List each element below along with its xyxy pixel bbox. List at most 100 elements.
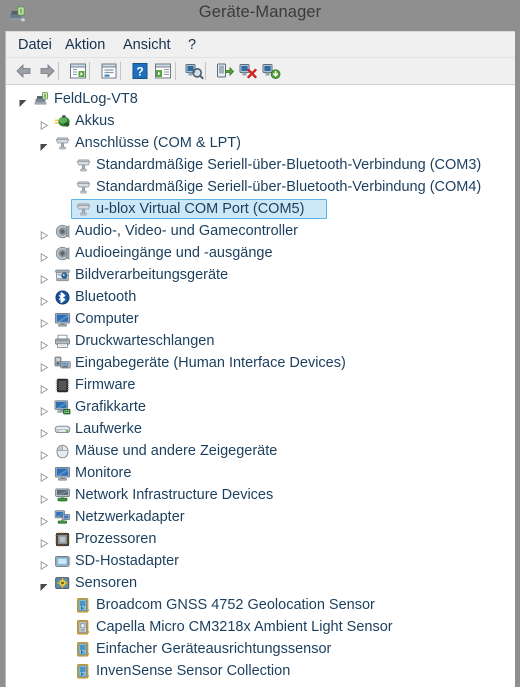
menu-ansicht[interactable]: Ansicht bbox=[119, 36, 175, 54]
tree-node-display-adapters[interactable]: Grafikkarte bbox=[6, 396, 515, 418]
collapsed-triangle-icon[interactable] bbox=[40, 491, 49, 505]
disk-drive-icon bbox=[54, 421, 71, 438]
tree-node-label: Monitore bbox=[75, 465, 132, 481]
scan-for-hardware-changes-button[interactable] bbox=[184, 61, 206, 82]
tree-node-audio-inputs-outputs[interactable]: Audioeingänge und -ausgänge bbox=[6, 242, 515, 264]
speaker-icon bbox=[54, 223, 71, 240]
sensor-icon bbox=[75, 641, 92, 658]
tree-node-audio-video-game[interactable]: Audio-, Video- und Gamecontroller bbox=[6, 220, 515, 242]
disable-device-button[interactable] bbox=[261, 61, 283, 82]
tree-node-com3[interactable]: Standardmäßige Seriell-über-Bluetooth-Ve… bbox=[6, 154, 515, 176]
tree-node-broadcom-gnss-4752[interactable]: Broadcom GNSS 4752 Geolocation Sensor bbox=[6, 594, 515, 616]
tree-node-label: Prozessoren bbox=[75, 531, 157, 547]
title-bar[interactable]: Geräte-Manager bbox=[0, 0, 520, 31]
tree-node-label: InvenSense Sensor Collection bbox=[96, 663, 291, 679]
collapsed-triangle-icon[interactable] bbox=[40, 227, 49, 241]
tree-node-label: Mäuse und andere Zeigegeräte bbox=[75, 443, 278, 459]
tree-node-bluetooth[interactable]: Bluetooth bbox=[6, 286, 515, 308]
tree-node-label: FeldLog-VT8 bbox=[54, 91, 138, 107]
bluetooth-icon bbox=[54, 289, 71, 306]
device-tree: FeldLog-VT8 Akkus Anschlüsse (COM & LPT) St… bbox=[6, 85, 515, 682]
device-tree-pane[interactable]: FeldLog-VT8 Akkus Anschlüsse (COM & LPT) St… bbox=[6, 85, 515, 687]
sensor-icon bbox=[75, 663, 92, 680]
tree-node-label: u-blox Virtual COM Port (COM5) bbox=[96, 201, 305, 217]
tree-node-sensors[interactable]: Sensoren bbox=[6, 572, 515, 594]
collapsed-triangle-icon[interactable] bbox=[40, 403, 49, 417]
tree-node-capella-cm3218x[interactable]: Capella Micro CM3218x Ambient Light Sens… bbox=[6, 616, 515, 638]
tree-node-akkus[interactable]: Akkus bbox=[6, 110, 515, 132]
tree-node-com5[interactable]: u-blox Virtual COM Port (COM5) bbox=[6, 198, 515, 220]
collapsed-triangle-icon[interactable] bbox=[40, 271, 49, 285]
monitor-icon bbox=[54, 311, 71, 328]
tree-node-anschluesse[interactable]: Anschlüsse (COM & LPT) bbox=[6, 132, 515, 154]
forward-button[interactable] bbox=[37, 61, 59, 82]
tree-node-label: Bluetooth bbox=[75, 289, 137, 305]
collapsed-triangle-icon[interactable] bbox=[40, 513, 49, 527]
tree-node-imaging-devices[interactable]: Bildverarbeitungsgeräte bbox=[6, 264, 515, 286]
tree-node-disk-drives[interactable]: Laufwerke bbox=[6, 418, 515, 440]
tree-node-firmware[interactable]: Firmware bbox=[6, 374, 515, 396]
hid-icon bbox=[54, 355, 71, 372]
sensor-light-icon bbox=[75, 619, 92, 636]
disable-device-icon bbox=[261, 61, 281, 81]
help-button[interactable]: ? bbox=[130, 61, 152, 82]
tree-node-monitors[interactable]: Monitore bbox=[6, 462, 515, 484]
collapsed-triangle-icon[interactable] bbox=[40, 381, 49, 395]
tree-node-sd-host-adapters[interactable]: SD-Hostadapter bbox=[6, 550, 515, 572]
expanded-triangle-icon[interactable] bbox=[40, 139, 49, 151]
action-pane-icon bbox=[153, 61, 173, 81]
tree-node-label: SD-Hostadapter bbox=[75, 553, 179, 569]
tree-node-label: Grafikkarte bbox=[75, 399, 146, 415]
tree-node-label: Laufwerke bbox=[75, 421, 142, 437]
collapsed-triangle-icon[interactable] bbox=[40, 337, 49, 351]
port-icon bbox=[75, 201, 92, 218]
uninstall-device-button[interactable] bbox=[238, 61, 260, 82]
collapsed-triangle-icon[interactable] bbox=[40, 425, 49, 439]
tree-node-network-adapters[interactable]: Netzwerkadapter bbox=[6, 506, 515, 528]
tree-node-label: Netzwerkadapter bbox=[75, 509, 185, 525]
computer-node-icon bbox=[33, 91, 50, 108]
arrow-right-icon bbox=[37, 61, 57, 81]
tree-node-processors[interactable]: Prozessoren bbox=[6, 528, 515, 550]
collapsed-triangle-icon[interactable] bbox=[40, 469, 49, 483]
tree-node-computer[interactable]: Computer bbox=[6, 308, 515, 330]
sd-host-icon bbox=[54, 553, 71, 570]
menu-bar: Datei Aktion Ansicht? bbox=[6, 32, 515, 58]
collapsed-triangle-icon[interactable] bbox=[40, 315, 49, 329]
uninstall-device-icon bbox=[238, 61, 258, 81]
tree-node-label: Firmware bbox=[75, 377, 136, 393]
properties-button[interactable] bbox=[99, 61, 121, 82]
tree-node-invensense-sensor-collection[interactable]: InvenSense Sensor Collection bbox=[6, 660, 515, 682]
tree-node-hid[interactable]: Eingabegeräte (Human Interface Devices) bbox=[6, 352, 515, 374]
show-hide-action-pane-button[interactable] bbox=[153, 61, 175, 82]
menu-datei[interactable]: Datei bbox=[14, 36, 56, 54]
sensor-icon bbox=[75, 597, 92, 614]
tree-node-print-queues[interactable]: Druckwarteschlangen bbox=[6, 330, 515, 352]
tree-node-mice[interactable]: Mäuse und andere Zeigegeräte bbox=[6, 440, 515, 462]
expanded-triangle-icon[interactable] bbox=[40, 579, 49, 591]
show-hide-console-tree-button[interactable] bbox=[68, 61, 90, 82]
tree-node-com4[interactable]: Standardmäßige Seriell-über-Bluetooth-Ve… bbox=[6, 176, 515, 198]
collapsed-triangle-icon[interactable] bbox=[40, 447, 49, 461]
collapsed-triangle-icon[interactable] bbox=[40, 293, 49, 307]
tree-node-label: Einfacher Geräteausrichtungssensor bbox=[96, 641, 332, 657]
tree-node-label: Broadcom GNSS 4752 Geolocation Sensor bbox=[96, 597, 375, 613]
scan-hardware-icon bbox=[184, 61, 204, 81]
camera-icon bbox=[54, 267, 71, 284]
tree-node-simple-orientation-sensor[interactable]: Einfacher Geräteausrichtungssensor bbox=[6, 638, 515, 660]
back-button[interactable] bbox=[14, 61, 36, 82]
menu-aktion[interactable]: Aktion bbox=[61, 36, 109, 54]
collapsed-triangle-icon[interactable] bbox=[40, 359, 49, 373]
collapsed-triangle-icon[interactable] bbox=[40, 557, 49, 571]
tree-node-network-infrastructure[interactable]: Network Infrastructure Devices bbox=[6, 484, 515, 506]
collapsed-triangle-icon[interactable] bbox=[40, 535, 49, 549]
menu-help[interactable]: ? bbox=[184, 36, 200, 54]
collapsed-triangle-icon[interactable] bbox=[40, 117, 49, 131]
expanded-triangle-icon[interactable] bbox=[19, 95, 28, 107]
client-area: Datei Aktion Ansicht? ? FeldLog-VT8 Akkus An… bbox=[5, 31, 515, 687]
collapsed-triangle-icon[interactable] bbox=[40, 249, 49, 263]
properties-icon bbox=[99, 61, 119, 81]
mouse-icon bbox=[54, 443, 71, 460]
tree-node-feldlog-vt8[interactable]: FeldLog-VT8 bbox=[6, 88, 515, 110]
update-driver-button[interactable] bbox=[215, 61, 237, 82]
